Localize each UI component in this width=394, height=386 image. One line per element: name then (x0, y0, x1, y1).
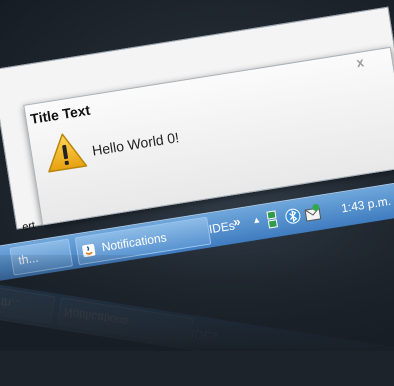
reflection-fade (0, 255, 394, 351)
close-icon[interactable]: x (355, 54, 364, 70)
bluetooth-icon[interactable] (284, 206, 303, 226)
popup-title: Title Text (29, 101, 92, 127)
window-text-fragment: ert (21, 219, 37, 234)
network-icon[interactable] (264, 209, 281, 229)
mail-icon[interactable] (303, 203, 322, 223)
warning-icon (48, 133, 88, 173)
chevron-right-icon[interactable]: » (232, 214, 241, 230)
clock: 1:43 p.m. (340, 193, 392, 216)
tray-toolbar-label[interactable]: IDEs (208, 218, 236, 236)
tray-expand-icon[interactable]: ▲ (251, 214, 261, 225)
popup-message: Hello World 0! (90, 129, 181, 159)
